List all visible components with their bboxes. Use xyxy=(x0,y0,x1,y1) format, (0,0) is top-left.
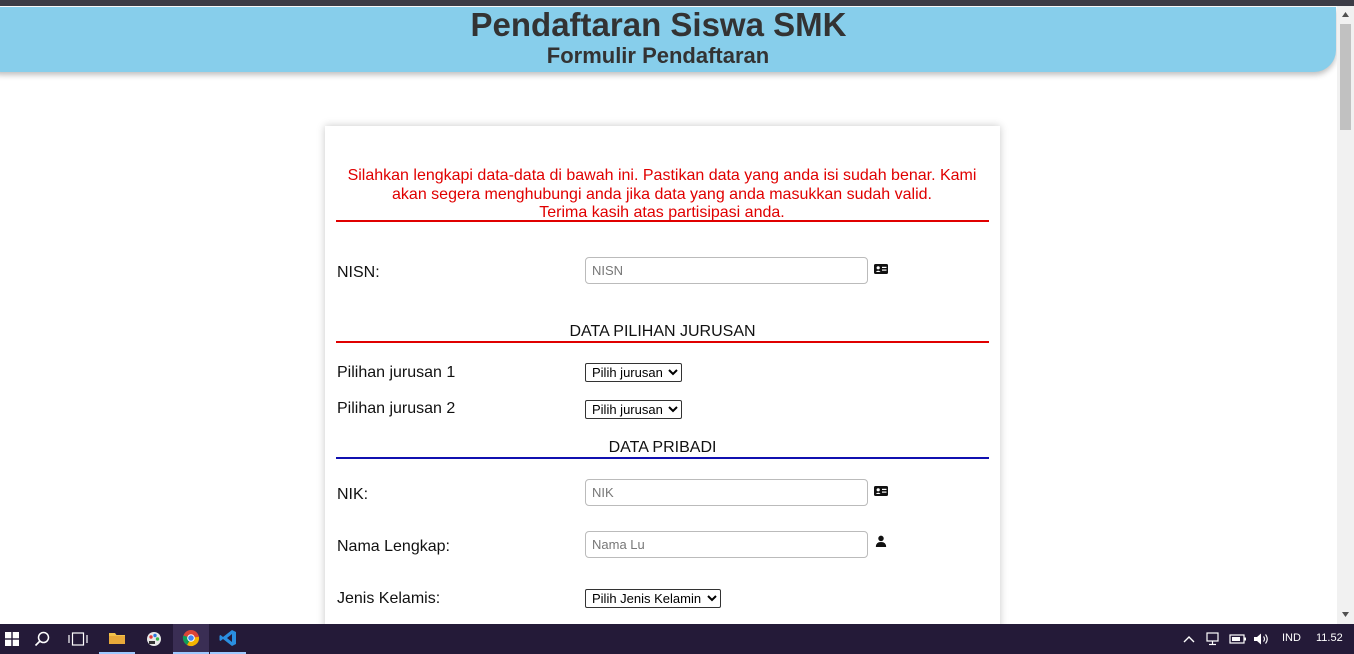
intro-line-1: Silahkan lengkapi data-data di bawah ini… xyxy=(347,167,977,184)
windows-start-icon[interactable] xyxy=(0,624,24,654)
chrome-icon[interactable] xyxy=(173,624,209,654)
kelamin-label: Jenis Kelamis: xyxy=(337,590,441,607)
intro-message: Silahkan lengkapi data-data di bawah ini… xyxy=(335,167,989,223)
page-viewport: Pendaftaran Siswa SMK Formulir Pendaftar… xyxy=(0,6,1337,624)
jurusan2-label: Pilihan jurusan 2 xyxy=(337,400,456,417)
page-subtitle: Formulir Pendaftaran xyxy=(546,43,770,68)
paint-app-icon[interactable] xyxy=(136,624,172,654)
language-indicator[interactable]: IND xyxy=(1282,632,1301,644)
pribadi-divider xyxy=(336,457,989,459)
nama-label: Nama Lengkap: xyxy=(337,538,450,555)
scrollbar-thumb[interactable] xyxy=(1340,24,1351,130)
search-icon[interactable] xyxy=(24,624,60,654)
nama-input[interactable] xyxy=(585,531,868,558)
intro-line-2: akan segera menghubungi anda jika data y… xyxy=(392,185,932,203)
kelamin-select[interactable]: Pilih Jenis Kelamin xyxy=(585,589,721,608)
scroll-down-arrow-icon[interactable] xyxy=(1341,610,1350,619)
battery-icon[interactable] xyxy=(1226,624,1250,654)
jurusan1-select[interactable]: Pilih jurusan xyxy=(585,363,682,382)
network-icon[interactable] xyxy=(1202,624,1226,654)
jurusan2-select[interactable]: Pilih jurusan xyxy=(585,400,682,419)
page-header: Pendaftaran Siswa SMK Formulir Pendaftar… xyxy=(0,7,1336,72)
jurusan1-label: Pilihan jurusan 1 xyxy=(337,364,456,381)
person-icon xyxy=(875,535,887,547)
page-scrollbar[interactable] xyxy=(1337,6,1354,624)
id-card-icon xyxy=(874,264,888,274)
vscode-icon[interactable] xyxy=(210,624,246,654)
section-title-jurusan: DATA PILIHAN JURUSAN xyxy=(569,323,756,340)
clock[interactable]: 11.52 xyxy=(1316,632,1343,644)
registration-form: Silahkan lengkapi data-data di bawah ini… xyxy=(325,126,1000,624)
nik-input[interactable] xyxy=(585,479,868,506)
page-title: Pendaftaran Siswa SMK xyxy=(470,6,847,43)
intro-divider xyxy=(336,220,989,222)
chevron-up-icon[interactable] xyxy=(1178,624,1200,654)
nisn-label: NISN: xyxy=(337,264,380,281)
file-explorer-icon[interactable] xyxy=(99,624,135,654)
taskbar: IND 11.52 xyxy=(0,624,1354,654)
section-title-pribadi: DATA PRIBADI xyxy=(608,439,717,456)
nisn-input[interactable] xyxy=(585,257,868,284)
nik-label: NIK: xyxy=(337,486,369,503)
scroll-up-arrow-icon[interactable] xyxy=(1341,10,1350,19)
jurusan-divider xyxy=(336,341,989,343)
task-view-icon[interactable] xyxy=(60,624,96,654)
volume-icon[interactable] xyxy=(1250,624,1274,654)
id-card-icon xyxy=(874,486,888,496)
